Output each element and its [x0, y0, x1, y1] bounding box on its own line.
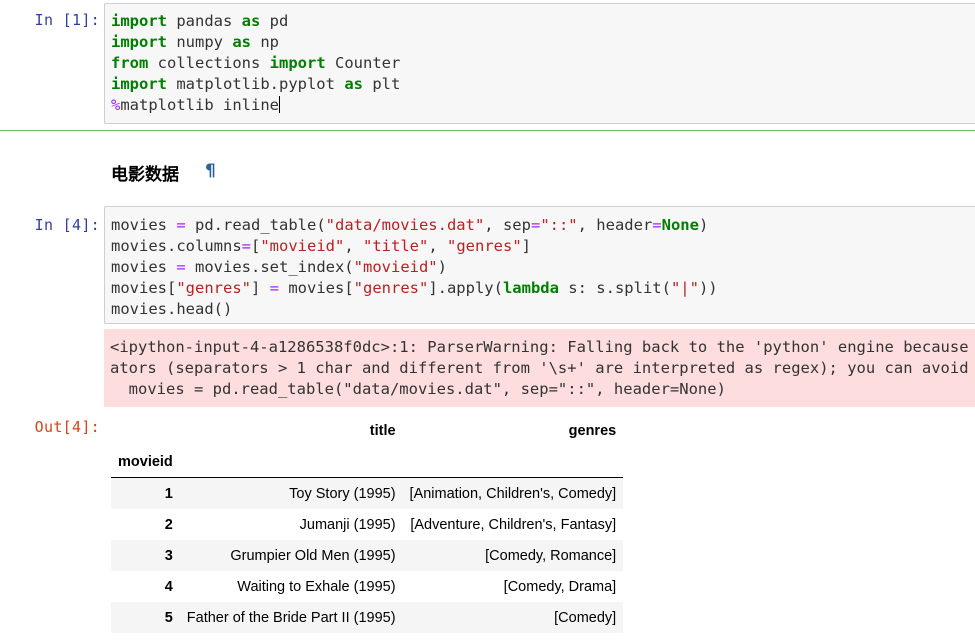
- table-row: 1 Toy Story (1995) [Animation, Children'…: [111, 477, 624, 509]
- code-line: movies = pd.read_table("data/movies.dat"…: [111, 216, 709, 234]
- code-line: %matplotlib inline: [111, 96, 280, 114]
- row-index: 1: [164, 485, 173, 502]
- stderr-line: movies = pd.read_table("data/movies.dat"…: [110, 380, 726, 398]
- empty-header-cell: [403, 446, 624, 478]
- column-header-title: title: [369, 422, 396, 439]
- markdown-heading: 电影数据: [111, 165, 179, 185]
- stderr-line: <ipython-input-4-a1286538f0dc>:1: Parser…: [110, 338, 975, 356]
- cell-1-code-editor[interactable]: import pandas as pd import numpy as np fro…: [104, 3, 975, 124]
- row-index: 2: [164, 516, 173, 533]
- row-index: 3: [164, 547, 173, 564]
- index-name-header: movieid: [118, 453, 173, 470]
- code-line: from collections import Counter: [111, 54, 401, 72]
- table-row: 2 Jumanji (1995) [Adventure, Children's,…: [111, 509, 623, 540]
- dataframe-output-table: title genres movieid 1 Toy Story (1995) …: [111, 415, 624, 633]
- stderr-warning-output: <ipython-input-4-a1286538f0dc>:1: Parser…: [104, 329, 975, 407]
- code-line: movies["genres"] = movies["genres"].appl…: [111, 279, 718, 297]
- title-cell: Toy Story (1995): [289, 485, 396, 502]
- cell-4-code-editor[interactable]: movies = pd.read_table("data/movies.dat"…: [104, 206, 975, 324]
- table-row: 4 Waiting to Exhale (1995) [Comedy, Dram…: [111, 571, 623, 602]
- row-index: 5: [164, 609, 173, 626]
- column-header-genres: genres: [568, 422, 617, 439]
- title-cell: Jumanji (1995): [299, 516, 396, 533]
- genres-cell: [Comedy]: [554, 609, 617, 626]
- cell-4-input-prompt: In [4]:: [34, 216, 100, 234]
- genres-cell: [Comedy, Drama]: [503, 578, 617, 595]
- table-row: 5 Father of the Bride Part II (1995) [Co…: [111, 602, 624, 633]
- genres-cell: [Animation, Children's, Comedy]: [409, 485, 617, 502]
- table-corner: [111, 415, 180, 446]
- code-line: import pandas as pd: [111, 12, 289, 30]
- code-line: movies.columns=["movieid", "title", "gen…: [111, 237, 532, 255]
- code-line: import matplotlib.pyplot as plt: [111, 75, 401, 93]
- title-cell: Waiting to Exhale (1995): [237, 578, 396, 595]
- cell-4-output-prompt: Out[4]:: [34, 418, 100, 436]
- code-line: movies.head(): [111, 300, 233, 318]
- selected-cell-divider: [0, 130, 975, 131]
- heading-anchor-link[interactable]: ¶: [205, 161, 216, 181]
- title-cell: Grumpier Old Men (1995): [230, 547, 396, 564]
- index-name-row: movieid: [111, 446, 623, 478]
- table-header-row: title genres: [111, 415, 623, 446]
- cell-1-code-lines: import pandas as pd import numpy as np fro…: [105, 11, 975, 116]
- row-index: 4: [164, 578, 173, 595]
- stderr-line: ators (separators > 1 char and different…: [110, 359, 975, 377]
- cell-4-code-lines: movies = pd.read_table("data/movies.dat"…: [105, 215, 975, 320]
- genres-cell: [Comedy, Romance]: [485, 547, 617, 564]
- code-line: movies = movies.set_index("movieid"): [111, 258, 447, 276]
- code-line: import numpy as np: [111, 33, 279, 51]
- cell-1-input-prompt: In [1]:: [34, 11, 100, 29]
- empty-header-cell: [180, 446, 403, 478]
- table-row: 3 Grumpier Old Men (1995) [Comedy, Roman…: [111, 540, 624, 571]
- text-cursor: [278, 96, 280, 113]
- title-cell: Father of the Bride Part II (1995): [186, 609, 396, 626]
- genres-cell: [Adventure, Children's, Fantasy]: [410, 516, 617, 533]
